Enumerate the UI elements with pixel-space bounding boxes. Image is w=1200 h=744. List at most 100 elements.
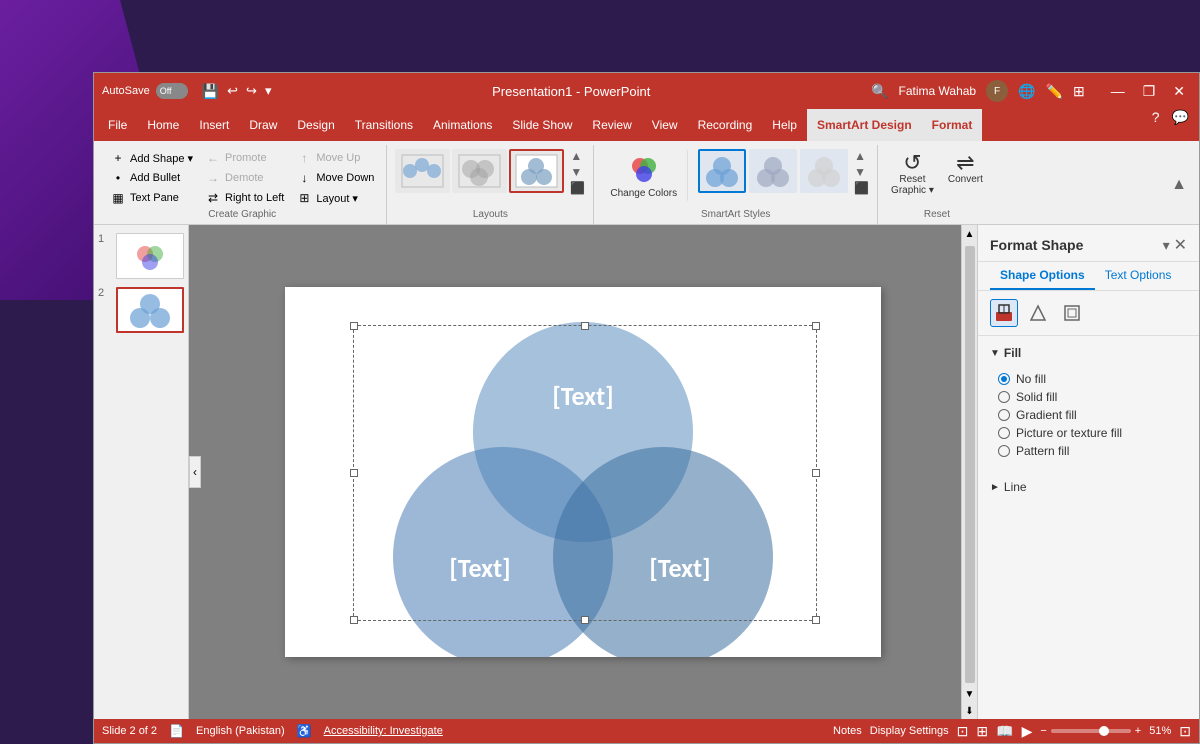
- layout-scroll-up[interactable]: ▲: [570, 149, 585, 163]
- handle-bm[interactable]: [581, 616, 589, 624]
- ribbon-collapse-button[interactable]: ▲: [1167, 145, 1191, 224]
- edit-icon[interactable]: ✏️: [1046, 83, 1063, 100]
- display-settings-button[interactable]: Display Settings: [870, 725, 949, 737]
- menu-recording[interactable]: Recording: [688, 109, 763, 141]
- smartart-style-2[interactable]: [749, 149, 797, 193]
- layout-thumb-1[interactable]: [395, 149, 450, 193]
- handle-ml[interactable]: [350, 469, 358, 477]
- style-scroll-up[interactable]: ▲: [854, 149, 869, 163]
- redo-icon[interactable]: ↪: [246, 83, 257, 99]
- shape-options-tab[interactable]: Shape Options: [990, 262, 1095, 290]
- help-icon[interactable]: ?: [1146, 109, 1166, 141]
- handle-bl[interactable]: [350, 616, 358, 624]
- view-icon[interactable]: ⊞: [1073, 83, 1085, 100]
- layout-scroll-down[interactable]: ▼: [570, 165, 585, 179]
- move-up-button[interactable]: ↑ Move Up: [292, 149, 378, 167]
- save-icon[interactable]: 💾: [202, 83, 219, 100]
- fit-slide-button[interactable]: ⊡: [1179, 723, 1191, 740]
- zoom-track[interactable]: [1051, 729, 1131, 733]
- layout-thumb-3[interactable]: [509, 149, 564, 193]
- normal-view-button[interactable]: ⊡: [957, 723, 969, 740]
- comment-icon[interactable]: 💬: [1166, 109, 1195, 141]
- format-panel-collapse[interactable]: ▾: [1163, 237, 1170, 254]
- add-bullet-button[interactable]: • Add Bullet: [106, 169, 197, 187]
- slide-1-thumb[interactable]: 1: [98, 233, 184, 279]
- menu-draw[interactable]: Draw: [239, 109, 287, 141]
- collapse-panel-arrow[interactable]: ‹: [189, 456, 201, 488]
- zoom-thumb[interactable]: [1099, 726, 1109, 736]
- create-graphic-buttons2: ← Promote → Demote ⇄ Right to Left: [201, 149, 288, 207]
- style-scroll-down[interactable]: ▼: [854, 165, 869, 179]
- picture-texture-option[interactable]: Picture or texture fill: [998, 424, 1187, 442]
- undo-icon[interactable]: ↩: [227, 83, 238, 99]
- scroll-up-button[interactable]: ▲: [961, 225, 977, 244]
- menu-animations[interactable]: Animations: [423, 109, 502, 141]
- handle-tm[interactable]: [581, 322, 589, 330]
- smartart-style-1[interactable]: [698, 149, 746, 193]
- shape-effects-icon[interactable]: [1024, 299, 1052, 327]
- no-fill-option[interactable]: No fill: [998, 370, 1187, 388]
- slide-2-thumb[interactable]: 2: [98, 287, 184, 333]
- solid-fill-radio[interactable]: [998, 391, 1010, 403]
- search-icon[interactable]: 🔍: [871, 83, 888, 100]
- format-panel-close[interactable]: ✕: [1174, 235, 1187, 255]
- promote-button[interactable]: ← Promote: [201, 149, 288, 167]
- convert-button[interactable]: ⇌ Convert: [943, 149, 988, 188]
- menu-slideshow[interactable]: Slide Show: [502, 109, 582, 141]
- style-expand[interactable]: ⬛: [854, 181, 869, 195]
- text-options-tab[interactable]: Text Options: [1095, 262, 1182, 290]
- slide-sorter-button[interactable]: ⊞: [976, 723, 988, 740]
- demote-button[interactable]: → Demote: [201, 169, 288, 187]
- menu-design[interactable]: Design: [287, 109, 344, 141]
- smartart-style-3[interactable]: [800, 149, 848, 193]
- pattern-fill-option[interactable]: Pattern fill: [998, 442, 1187, 460]
- menu-view[interactable]: View: [642, 109, 688, 141]
- menu-file[interactable]: File: [98, 109, 137, 141]
- menu-smartart-design[interactable]: SmartArt Design: [807, 109, 922, 141]
- menu-review[interactable]: Review: [582, 109, 641, 141]
- scroll-thumb[interactable]: [965, 246, 975, 683]
- scroll-down-button[interactable]: ▼: [961, 685, 977, 704]
- right-to-left-button[interactable]: ⇄ Right to Left: [201, 189, 288, 207]
- restore-button[interactable]: ❐: [1137, 81, 1162, 102]
- menu-help[interactable]: Help: [762, 109, 807, 141]
- line-section-header[interactable]: ► Line: [990, 476, 1187, 498]
- menu-transitions[interactable]: Transitions: [345, 109, 423, 141]
- handle-br[interactable]: [812, 616, 820, 624]
- handle-tl[interactable]: [350, 322, 358, 330]
- change-colors-button[interactable]: Change Colors: [602, 149, 688, 202]
- menu-format[interactable]: Format: [922, 109, 983, 141]
- layout-expand[interactable]: ⬛: [570, 181, 585, 195]
- text-pane-button[interactable]: ▦ Text Pane: [106, 189, 197, 207]
- size-properties-icon[interactable]: [1058, 299, 1086, 327]
- layout-thumb-2[interactable]: [452, 149, 507, 193]
- menu-home[interactable]: Home: [137, 109, 189, 141]
- handle-mr[interactable]: [812, 469, 820, 477]
- reading-view-button[interactable]: 📖: [996, 723, 1013, 740]
- gradient-fill-option[interactable]: Gradient fill: [998, 406, 1187, 424]
- fill-line-icon[interactable]: [990, 299, 1018, 327]
- zoom-in-button[interactable]: +: [1135, 725, 1141, 737]
- zoom-level[interactable]: 51%: [1149, 725, 1171, 737]
- fill-section-header[interactable]: ▼ Fill: [990, 342, 1187, 364]
- picture-texture-radio[interactable]: [998, 427, 1010, 439]
- add-shape-button[interactable]: + Add Shape ▾: [106, 149, 197, 167]
- autosave-toggle[interactable]: Off: [156, 83, 188, 99]
- accessibility-label[interactable]: Accessibility: Investigate: [324, 725, 443, 737]
- solid-fill-option[interactable]: Solid fill: [998, 388, 1187, 406]
- layout-button[interactable]: ⊞ Layout ▾: [292, 189, 378, 207]
- menu-insert[interactable]: Insert: [189, 109, 239, 141]
- move-down-button[interactable]: ↓ Move Down: [292, 169, 378, 187]
- pattern-fill-radio[interactable]: [998, 445, 1010, 457]
- zoom-out-button[interactable]: −: [1040, 725, 1046, 737]
- share-icon[interactable]: 🌐: [1018, 83, 1035, 100]
- reset-graphic-button[interactable]: ↺ ResetGraphic ▾: [886, 149, 939, 199]
- slideshow-button[interactable]: ▶: [1022, 723, 1033, 740]
- scroll-end-button[interactable]: ⬇: [963, 704, 975, 719]
- no-fill-radio[interactable]: [998, 373, 1010, 385]
- close-button[interactable]: ✕: [1167, 81, 1191, 102]
- minimize-button[interactable]: —: [1105, 81, 1131, 102]
- gradient-fill-radio[interactable]: [998, 409, 1010, 421]
- handle-tr[interactable]: [812, 322, 820, 330]
- notes-button[interactable]: Notes: [833, 725, 862, 737]
